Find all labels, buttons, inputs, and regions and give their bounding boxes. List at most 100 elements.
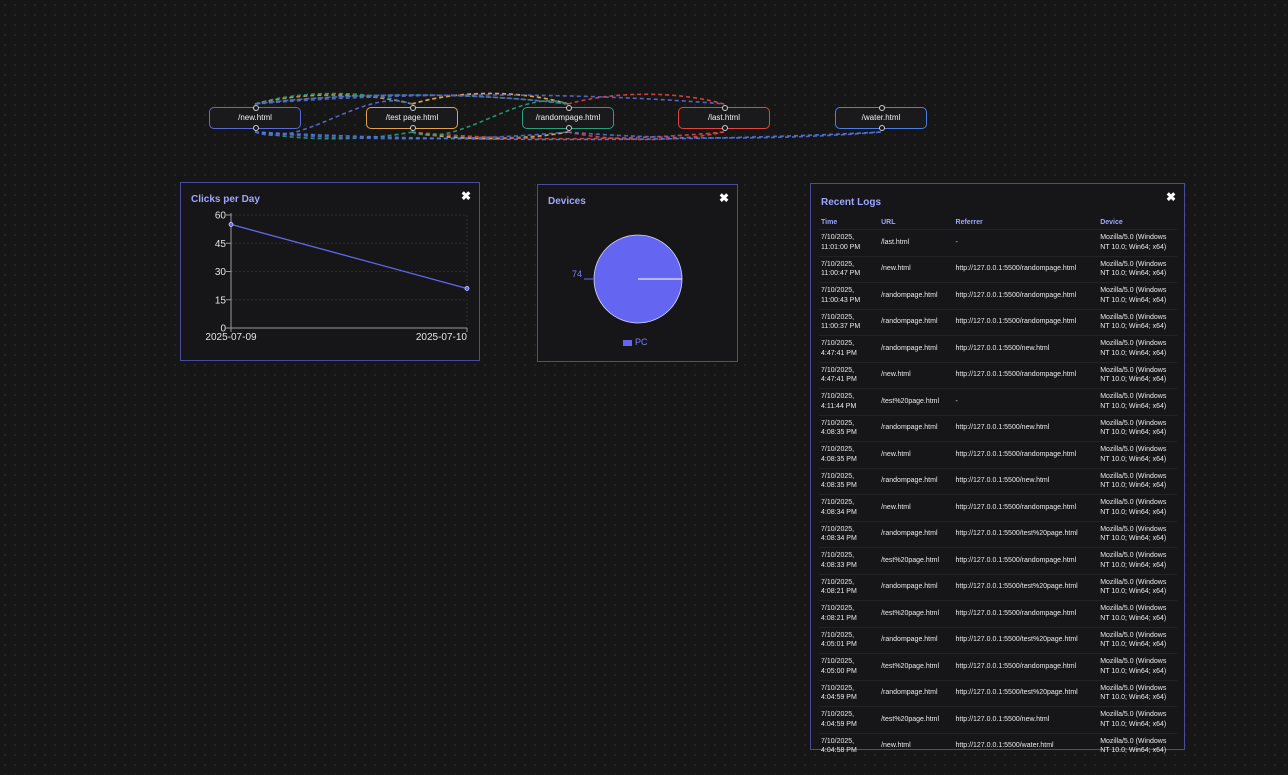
cell-url: /new.html: [879, 441, 954, 468]
flow-node-water[interactable]: /water.html: [835, 105, 927, 131]
cell-time: 7/10/2025, 4:47:41 PM: [819, 335, 880, 362]
table-row: 7/10/2025, 4:08:21 PM/test%20page.html ht…: [819, 600, 1177, 627]
flow-node-test-page[interactable]: /test page.html: [366, 105, 458, 131]
flow-node-last[interactable]: /last.html: [678, 105, 770, 131]
panel-title: Recent Logs: [821, 197, 882, 208]
cell-time: 7/10/2025, 4:08:21 PM: [819, 600, 880, 627]
node-label: /water.html: [861, 113, 901, 122]
table-row: 7/10/2025, 11:00:43 PM/randompage.html ht…: [819, 282, 1177, 309]
cell-device: Mozilla/5.0 (Windows NT 10.0; Win64; x64…: [1098, 282, 1177, 309]
cell-time: 7/10/2025, 11:00:37 PM: [819, 308, 880, 336]
node-handle[interactable]: [253, 105, 259, 111]
node-label: /new.html: [238, 113, 272, 122]
table-row: 7/10/2025, 4:08:34 PM/randompage.html htt…: [819, 520, 1177, 548]
cell-referrer: http://127.0.0.1:5500/test%20page.html: [953, 520, 1099, 548]
cell-referrer: http://127.0.0.1:5500/test%20page.html: [953, 573, 1099, 601]
node-handle[interactable]: [566, 125, 572, 131]
node-label: /randompage.html: [535, 113, 601, 122]
cell-referrer: -: [953, 388, 1099, 415]
cell-device: Mozilla/5.0 (Windows NT 10.0; Win64; x64…: [1098, 255, 1177, 283]
table-row: 7/10/2025, 11:00:37 PM/randompage.html ht…: [819, 308, 1177, 336]
cell-url: /test%20page.html: [879, 388, 954, 415]
cell-device: Mozilla/5.0 (Windows NT 10.0; Win64; x64…: [1098, 229, 1177, 256]
cell-referrer: http://127.0.0.1:5500/randompage.html: [953, 653, 1099, 680]
node-handle[interactable]: [722, 105, 728, 111]
table-row: 7/10/2025, 4:08:35 PM/randompage.html htt…: [819, 414, 1177, 442]
cell-referrer: http://127.0.0.1:5500/randompage.html: [953, 282, 1099, 309]
cell-time: 7/10/2025, 4:08:35 PM: [819, 441, 880, 468]
cell-device: Mozilla/5.0 (Windows NT 10.0; Win64; x64…: [1098, 653, 1177, 680]
close-icon[interactable]: ✖: [1166, 190, 1176, 204]
table-row: 7/10/2025, 4:04:58 PM/new.html http://127…: [819, 732, 1177, 759]
cell-device: Mozilla/5.0 (Windows NT 10.0; Win64; x64…: [1098, 441, 1177, 468]
cell-device: Mozilla/5.0 (Windows NT 10.0; Win64; x64…: [1098, 679, 1177, 707]
node-label: /test page.html: [385, 113, 439, 122]
table-row: 7/10/2025, 4:11:44 PM/test%20page.html - M…: [819, 388, 1177, 415]
flow-node-randompage[interactable]: /randompage.html: [522, 105, 614, 131]
node-handle[interactable]: [566, 105, 572, 111]
table-row: 7/10/2025, 11:01:00 PM/last.html - Mozilla…: [819, 229, 1177, 256]
node-handle[interactable]: [722, 125, 728, 131]
legend-label: PC: [635, 337, 648, 347]
cell-time: 7/10/2025, 4:05:01 PM: [819, 626, 880, 654]
cell-device: Mozilla/5.0 (Windows NT 10.0; Win64; x64…: [1098, 573, 1177, 601]
clicks-per-day-panel[interactable]: Clicks per Day ✖ 0 15 30 45 60 2025-07-09 2025…: [180, 182, 480, 361]
cell-time: 7/10/2025, 4:04:59 PM: [819, 679, 880, 707]
cell-device: Mozilla/5.0 (Windows NT 10.0; Win64; x64…: [1098, 626, 1177, 654]
cell-time: 7/10/2025, 4:04:59 PM: [819, 706, 880, 733]
y-tick-label: 15: [215, 295, 227, 306]
cell-time: 7/10/2025, 4:08:35 PM: [819, 414, 880, 442]
column-header-referrer: Referrer: [955, 218, 983, 226]
cell-device: Mozilla/5.0 (Windows NT 10.0; Win64; x64…: [1098, 335, 1177, 362]
cell-referrer: http://127.0.0.1:5500/randompage.html: [953, 361, 1099, 389]
x-tick-label: 2025-07-09: [205, 332, 257, 343]
y-tick-label: 30: [215, 267, 227, 278]
cell-referrer: http://127.0.0.1:5500/new.html: [953, 467, 1099, 495]
table-row: 7/10/2025, 4:47:41 PM/new.html http://127…: [819, 361, 1177, 389]
recent-logs-panel[interactable]: Recent Logs ✖ Time URL Referrer Device 7…: [810, 183, 1185, 759]
table-row: 7/10/2025, 4:04:59 PM/randompage.html htt…: [819, 679, 1177, 707]
cell-referrer: http://127.0.0.1:5500/test%20page.html: [953, 626, 1099, 654]
cell-url: /randompage.html: [879, 335, 954, 362]
flow-edges: [254, 92, 882, 141]
cell-device: Mozilla/5.0 (Windows NT 10.0; Win64; x64…: [1098, 361, 1177, 389]
cell-url: /randompage.html: [879, 467, 954, 495]
cell-url: /randompage.html: [879, 573, 954, 601]
cell-device: Mozilla/5.0 (Windows NT 10.0; Win64; x64…: [1098, 494, 1177, 521]
cell-device: Mozilla/5.0 (Windows NT 10.0; Win64; x64…: [1098, 414, 1177, 442]
y-tick-label: 45: [215, 239, 227, 250]
table-row: 7/10/2025, 4:04:59 PM/test%20page.html ht…: [819, 706, 1177, 733]
cell-device: Mozilla/5.0 (Windows NT 10.0; Win64; x64…: [1098, 600, 1177, 627]
table-row: 7/10/2025, 4:47:41 PM/randompage.html htt…: [819, 335, 1177, 362]
pie-legend[interactable]: PC: [623, 337, 648, 347]
node-handle[interactable]: [879, 125, 885, 131]
cell-device: Mozilla/5.0 (Windows NT 10.0; Win64; x64…: [1098, 706, 1177, 733]
cell-referrer: http://127.0.0.1:5500/randompage.html: [953, 494, 1099, 521]
cell-referrer: http://127.0.0.1:5500/new.html: [953, 706, 1099, 733]
node-handle[interactable]: [253, 125, 259, 131]
cell-referrer: http://127.0.0.1:5500/randompage.html: [953, 547, 1099, 574]
flow-edge: [567, 93, 725, 105]
cell-url: /test%20page.html: [879, 547, 954, 574]
cell-time: 7/10/2025, 4:08:34 PM: [819, 494, 880, 521]
cell-referrer: http://127.0.0.1:5500/new.html: [953, 335, 1099, 362]
node-handle[interactable]: [879, 105, 885, 111]
table-row: 7/10/2025, 4:08:33 PM/test%20page.html ht…: [819, 547, 1177, 574]
node-handle[interactable]: [410, 105, 416, 111]
cell-url: /randompage.html: [879, 626, 954, 654]
cell-device: Mozilla/5.0 (Windows NT 10.0; Win64; x64…: [1098, 467, 1177, 495]
cell-referrer: http://127.0.0.1:5500/randompage.html: [953, 255, 1099, 283]
devices-panel[interactable]: Devices ✖ 74 PC: [537, 184, 738, 362]
cell-referrer: http://127.0.0.1:5500/randompage.html: [953, 600, 1099, 627]
pie-data-label: 74: [572, 269, 582, 279]
cell-device: Mozilla/5.0 (Windows NT 10.0; Win64; x64…: [1098, 308, 1177, 336]
cell-device: Mozilla/5.0 (Windows NT 10.0; Win64; x64…: [1098, 388, 1177, 415]
node-handle[interactable]: [410, 125, 416, 131]
cell-device: Mozilla/5.0 (Windows NT 10.0; Win64; x64…: [1098, 547, 1177, 574]
cell-url: /new.html: [879, 361, 954, 389]
cell-url: /test%20page.html: [879, 600, 954, 627]
cell-url: /last.html: [879, 229, 954, 256]
cell-time: 7/10/2025, 4:47:41 PM: [819, 361, 880, 389]
cell-url: /test%20page.html: [879, 706, 954, 733]
flow-node-new[interactable]: /new.html: [209, 105, 301, 131]
